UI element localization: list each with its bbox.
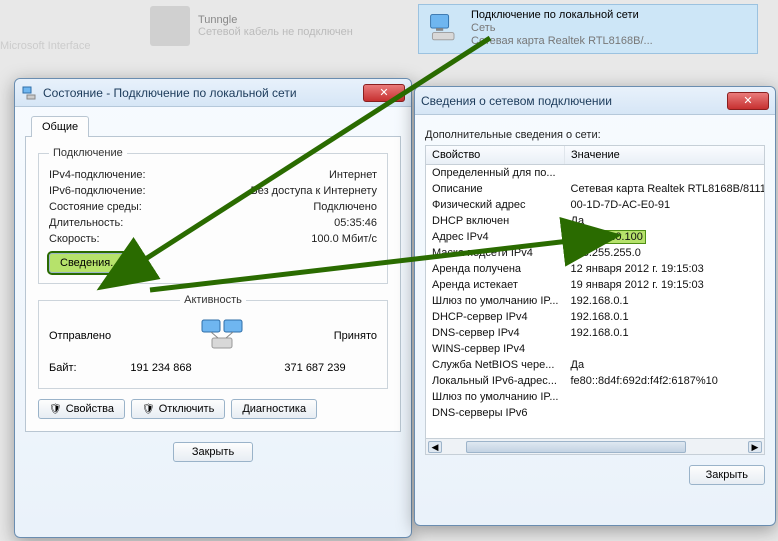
prop-value: 192.168.0.1 xyxy=(565,309,766,325)
table-row[interactable]: DNS-серверы IPv6 xyxy=(426,405,765,421)
prop-value: Да xyxy=(565,357,766,373)
ipv6-label: IPv6-подключение: xyxy=(49,185,146,197)
prop-value: fe80::8d4f:692d:f4f2:6187%10 xyxy=(565,373,766,389)
table-row[interactable]: WINS-сервер IPv4 xyxy=(426,341,765,357)
duration-value: 05:35:46 xyxy=(334,217,377,229)
adapter-sub: Сеть xyxy=(471,22,653,35)
group-label: Подключение xyxy=(49,147,127,159)
properties-button[interactable]: Свойства xyxy=(38,399,125,419)
adapter-title: Подключение по локальной сети xyxy=(471,9,653,22)
prop-name: Адрес IPv4 xyxy=(426,229,565,245)
group-label: Активность xyxy=(180,294,246,306)
speed-value: 100.0 Мбит/с xyxy=(311,233,377,245)
bg-item-title: Microsoft Interface xyxy=(0,40,90,52)
close-button[interactable]: Закрыть xyxy=(173,442,253,462)
adapter-item[interactable]: Подключение по локальной сети Сеть Сетев… xyxy=(418,4,758,54)
table-row[interactable]: DHCP включенДа xyxy=(426,213,765,229)
bytes-recv: 371 687 239 xyxy=(253,362,377,374)
scroll-left-icon[interactable]: ◀ xyxy=(428,441,442,453)
table-row[interactable]: Физический адрес00-1D-7D-AC-E0-91 xyxy=(426,197,765,213)
table-row[interactable]: DHCP-сервер IPv4192.168.0.1 xyxy=(426,309,765,325)
close-icon[interactable]: ✕ xyxy=(727,92,769,110)
prop-value: 19 января 2012 г. 19:15:03 xyxy=(565,277,766,293)
prop-name: WINS-сервер IPv4 xyxy=(426,341,565,357)
adapter-icon xyxy=(150,6,190,46)
prop-name: Локальный IPv6-адрес... xyxy=(426,373,565,389)
duration-label: Длительность: xyxy=(49,217,123,229)
table-row[interactable]: Аренда получена12 января 2012 г. 19:15:0… xyxy=(426,261,765,277)
details-window: Сведения о сетевом подключении ✕ Дополни… xyxy=(414,86,776,526)
prop-name: Аренда получена xyxy=(426,261,565,277)
table-row[interactable]: Шлюз по умолчанию IP... xyxy=(426,389,765,405)
media-value: Подключено xyxy=(313,201,377,213)
col-property[interactable]: Свойство xyxy=(426,146,565,165)
prop-name: Физический адрес xyxy=(426,197,565,213)
window-title: Сведения о сетевом подключении xyxy=(421,94,727,108)
table-row[interactable]: Адрес IPv4192.168.0.100 xyxy=(426,229,765,245)
table-row[interactable]: DNS-сервер IPv4192.168.0.1 xyxy=(426,325,765,341)
close-icon[interactable]: ✕ xyxy=(363,84,405,102)
activity-group: Активность Отправлено Принято Байт: 191 … xyxy=(38,294,388,389)
scroll-thumb[interactable] xyxy=(466,441,686,453)
prop-name: Аренда истекает xyxy=(426,277,565,293)
prop-name: DNS-сервер IPv4 xyxy=(426,325,565,341)
network-adapter-icon xyxy=(427,11,463,47)
table-row[interactable]: Шлюз по умолчанию IP...192.168.0.1 xyxy=(426,293,765,309)
prop-value: Сетевая карта Realtek RTL8168B/8111 xyxy=(565,181,766,197)
col-value[interactable]: Значение xyxy=(565,146,766,165)
disable-button[interactable]: Отключить xyxy=(131,399,225,419)
details-button[interactable]: Сведения... xyxy=(49,253,130,273)
prop-name: DNS-серверы IPv6 xyxy=(426,405,565,421)
ipv6-value: Без доступа к Интернету xyxy=(250,185,377,197)
prop-value: 12 января 2012 г. 19:15:03 xyxy=(565,261,766,277)
media-label: Состояние среды: xyxy=(49,201,142,213)
prop-value xyxy=(565,389,766,405)
prop-name: Шлюз по умолчанию IP... xyxy=(426,293,565,309)
speed-label: Скорость: xyxy=(49,233,100,245)
tab-general[interactable]: Общие xyxy=(31,116,89,137)
table-row[interactable]: Определенный для по... xyxy=(426,165,765,182)
prop-value: 255.255.255.0 xyxy=(565,245,766,261)
table-row[interactable]: Служба NetBIOS чере...Да xyxy=(426,357,765,373)
diagnose-button[interactable]: Диагностика xyxy=(231,399,317,419)
scroll-right-icon[interactable]: ▶ xyxy=(748,441,762,453)
prop-name: DHCP-сервер IPv4 xyxy=(426,309,565,325)
prop-value: 192.168.0.100 xyxy=(565,229,766,245)
recv-label: Принято xyxy=(334,330,377,342)
hscrollbar[interactable]: ◀ ▶ xyxy=(426,438,764,454)
bg-item-sub: Сетевой кабель не подключен xyxy=(198,26,353,38)
status-window: Состояние - Подключение по локальной сет… xyxy=(14,78,412,538)
adapter-sub: Сетевая карта Realtek RTL8168B/... xyxy=(471,35,653,48)
details-table: Свойство Значение Определенный для по...… xyxy=(425,145,765,455)
bg-item-title: Tunngle xyxy=(198,14,353,26)
ipv4-value: Интернет xyxy=(329,169,377,181)
prop-value: 192.168.0.1 xyxy=(565,325,766,341)
window-title: Состояние - Подключение по локальной сет… xyxy=(43,86,363,100)
prop-name: Описание xyxy=(426,181,565,197)
prop-name: Шлюз по умолчанию IP... xyxy=(426,389,565,405)
prop-name: Маска подсети IPv4 xyxy=(426,245,565,261)
bytes-label: Байт: xyxy=(49,362,99,374)
prop-name: Служба NetBIOS чере... xyxy=(426,357,565,373)
sent-label: Отправлено xyxy=(49,330,111,342)
prop-name: DHCP включен xyxy=(426,213,565,229)
prop-name: Определенный для по... xyxy=(426,165,565,182)
table-row[interactable]: ОписаниеСетевая карта Realtek RTL8168B/8… xyxy=(426,181,765,197)
close-button[interactable]: Закрыть xyxy=(689,465,765,485)
prop-value: 00-1D-7D-AC-E0-91 xyxy=(565,197,766,213)
prop-value xyxy=(565,165,766,182)
network-icon xyxy=(21,85,37,101)
details-subheader: Дополнительные сведения о сети: xyxy=(425,129,765,141)
prop-value xyxy=(565,341,766,357)
prop-value: Да xyxy=(565,213,766,229)
activity-icon xyxy=(198,318,246,354)
ipv4-label: IPv4-подключение: xyxy=(49,169,146,181)
bytes-sent: 191 234 868 xyxy=(99,362,223,374)
connection-group: Подключение IPv4-подключение: Интернет IP… xyxy=(38,147,388,284)
table-row[interactable]: Маска подсети IPv4255.255.255.0 xyxy=(426,245,765,261)
table-row[interactable]: Локальный IPv6-адрес...fe80::8d4f:692d:f… xyxy=(426,373,765,389)
prop-value xyxy=(565,405,766,421)
prop-value: 192.168.0.1 xyxy=(565,293,766,309)
table-row[interactable]: Аренда истекает19 января 2012 г. 19:15:0… xyxy=(426,277,765,293)
